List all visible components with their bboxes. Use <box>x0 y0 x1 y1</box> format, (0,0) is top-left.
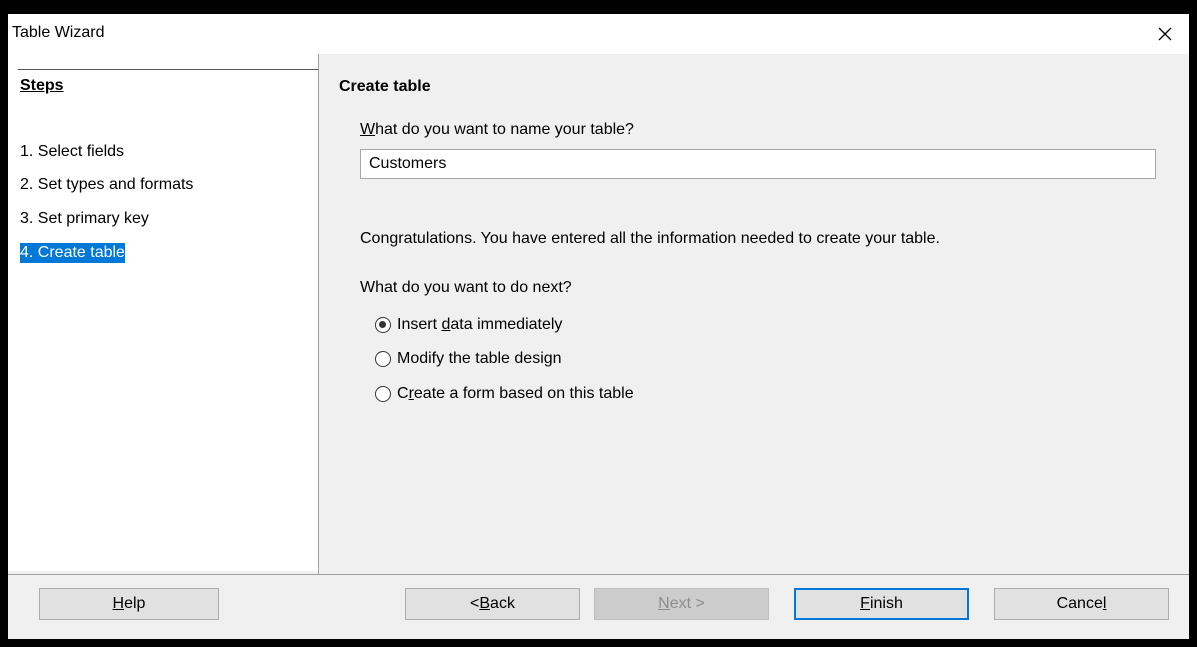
step-create-table[interactable]: 4. Create table <box>20 243 125 263</box>
page-title: Create table <box>339 78 431 95</box>
label-text: hat do you want to name your table? <box>375 121 634 138</box>
next-button: Next > <box>594 588 769 620</box>
table-name-label: What do you want to name your table? <box>360 121 634 139</box>
help-button[interactable]: Help <box>39 588 219 620</box>
option-insert-data[interactable]: Insert data immediately <box>375 314 562 336</box>
option-label: Create a form based on this table <box>397 385 634 402</box>
close-button[interactable] <box>1147 16 1183 52</box>
steps-header: Steps <box>20 77 64 94</box>
window-title: Table Wizard <box>12 24 105 41</box>
create-table-page: Create table What do you want to name yo… <box>319 54 1189 574</box>
option-label: Insert data immediately <box>397 316 563 333</box>
next-step-question: What do you want to do next? <box>360 279 572 296</box>
step-select-fields[interactable]: 1. Select fields <box>20 142 124 162</box>
finish-button[interactable]: Finish <box>794 588 969 620</box>
mnemonic: W <box>360 121 376 138</box>
option-label: Modify the table design <box>397 350 562 367</box>
title-bar: Table Wizard <box>8 14 1189 54</box>
congratulations-text: Congratulations. You have entered all th… <box>360 230 940 247</box>
steps-panel: Steps 1. Select fields 2. Set types and … <box>8 54 318 571</box>
option-create-form[interactable]: Create a form based on this table <box>375 383 634 405</box>
cancel-button[interactable]: Cance l <box>994 588 1169 620</box>
radio-unchecked-icon[interactable] <box>375 351 391 367</box>
back-button[interactable]: < Back <box>405 588 580 620</box>
step-set-primary-key[interactable]: 3. Set primary key <box>20 209 149 229</box>
table-wizard-dialog: Table Wizard Steps 1. Select fields 2. S… <box>8 14 1189 639</box>
table-name-input[interactable] <box>360 149 1156 179</box>
option-modify-design[interactable]: Modify the table design <box>375 348 562 370</box>
step-set-types-and-formats[interactable]: 2. Set types and formats <box>20 175 193 195</box>
button-bar-divider <box>8 574 1189 575</box>
steps-divider <box>18 69 318 70</box>
radio-checked-icon[interactable] <box>375 317 391 333</box>
close-icon <box>1158 27 1172 41</box>
radio-unchecked-icon[interactable] <box>375 386 391 402</box>
